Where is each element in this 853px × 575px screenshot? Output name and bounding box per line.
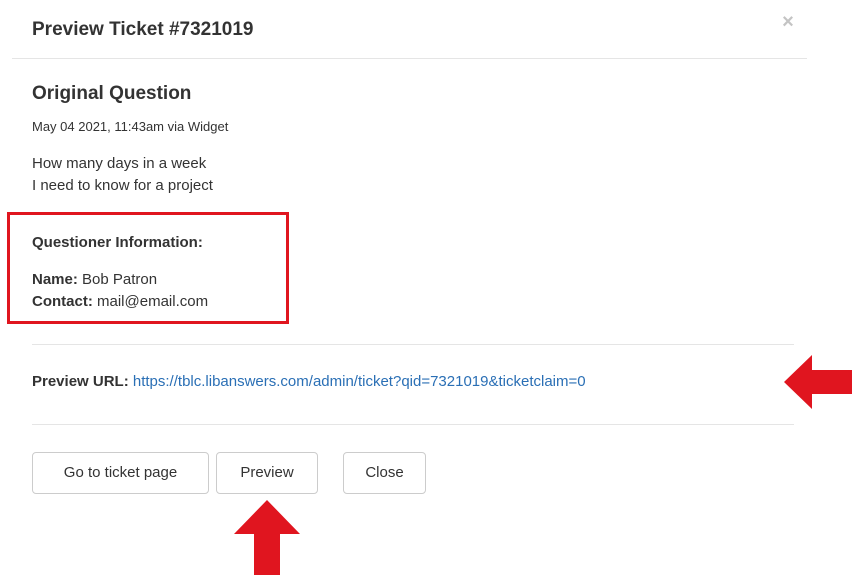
original-question-heading: Original Question <box>32 83 192 104</box>
modal-title: Preview Ticket #7321019 <box>32 19 254 40</box>
header-divider <box>12 58 807 59</box>
close-button[interactable]: Close <box>343 452 426 494</box>
arrow-left-icon <box>784 355 852 409</box>
footer-divider <box>32 424 794 425</box>
questioner-highlight-box <box>7 212 289 324</box>
question-body: How many days in a week I need to know f… <box>32 153 213 197</box>
section-divider <box>32 344 794 345</box>
preview-button[interactable]: Preview <box>216 452 318 494</box>
preview-url-row: Preview URL: https://tblc.libanswers.com… <box>32 372 586 392</box>
close-icon[interactable]: × <box>776 10 800 34</box>
preview-url-label: Preview URL: <box>32 373 129 390</box>
question-line: How many days in a week <box>32 155 207 172</box>
question-line: I need to know for a project <box>32 177 213 194</box>
go-to-ticket-button[interactable]: Go to ticket page <box>32 452 209 494</box>
preview-url-link[interactable]: https://tblc.libanswers.com/admin/ticket… <box>133 373 586 390</box>
arrow-up-icon <box>234 500 300 575</box>
question-meta: May 04 2021, 11:43am via Widget <box>32 119 229 134</box>
